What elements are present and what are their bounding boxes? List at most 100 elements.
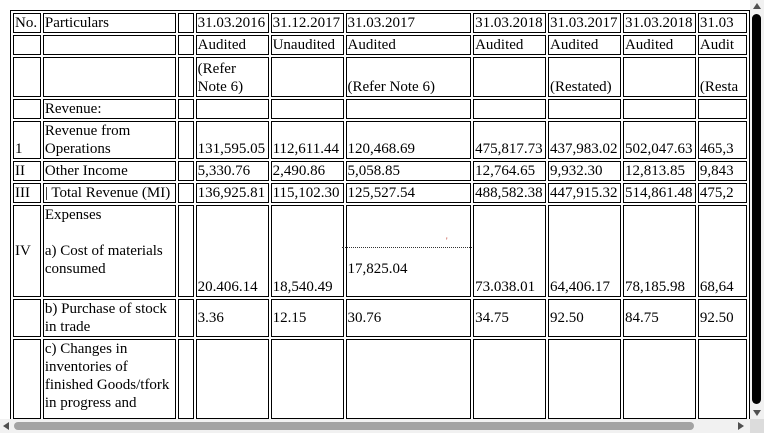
value-cell: 475,817.73 [473,121,547,159]
table-row: III | Total Revenue (MI) 136,925.81 115,… [13,183,747,203]
table-cell [13,57,41,97]
table-cell [178,121,194,159]
table-cell [42,57,177,97]
horizontal-scroll-thumb[interactable] [14,422,694,430]
value-cell: 30.76 [345,299,472,337]
value-cell: 17,825.04 [345,205,472,297]
value-cell: 68,64 [697,205,747,297]
table-cell [195,99,269,119]
table-cell [13,299,41,337]
expenses-sublabel: a) Cost of materials consumed [44,243,163,277]
value-cell: 18,540.49 [270,205,344,297]
table-cell [270,99,344,119]
header-date: 31.03.2017 [548,13,621,33]
table-row: Revenue: [13,99,747,119]
value-cell: 34.75 [473,299,547,337]
table-cell [13,35,41,55]
header-date: 31.03 [697,13,747,33]
header-status: Audit [697,35,747,55]
table-cell [473,99,547,119]
table-row: II Other Income 5,330.76 2,490.86 5,058.… [13,161,747,181]
table-cell [548,99,621,119]
table-cell [622,99,696,119]
financial-results-table: No. Particulars 31.03.2016 31.12.2017 31… [10,10,750,419]
table-cell [13,339,41,419]
value-cell: 64,406.17 [548,205,621,297]
header-date: 31.03.2018 [473,13,547,33]
value-cell: 12,764.65 [473,161,547,181]
header-date: 31.03.2016 [195,13,269,33]
table-cell [178,57,194,97]
row-label: Other Income [42,161,177,181]
value-cell: 78,185.98 [622,205,696,297]
value-cell: 131,595.05 [195,121,269,159]
tick-mark: ' [446,236,448,246]
table-cell [13,99,41,119]
row-number: IV [13,205,41,297]
value-cell: 84.75 [622,299,696,337]
value-cell: 9,843 [697,161,747,181]
table-cell [178,183,194,203]
value-cell: 120,468.69 [345,121,472,159]
value-cell: 437,983.02 [548,121,621,159]
header-date: 31.03.2018 [622,13,696,33]
scroll-down-arrow-icon[interactable] [753,410,761,416]
scroll-left-arrow-icon[interactable] [3,422,9,430]
header-status: Audited [622,35,696,55]
table-cell [195,339,269,419]
table-cell [345,99,472,119]
value-cell: 9,932.30 [548,161,621,181]
vertical-scrollbar[interactable] [750,0,764,419]
vertical-scroll-thumb[interactable] [752,14,761,404]
table-row: Audited Unaudited Audited Audited Audite… [13,35,747,55]
document-viewport: No. Particulars 31.03.2016 31.12.2017 31… [0,0,750,419]
table-cell [178,13,194,33]
row-number: III [13,183,41,203]
header-note [622,57,696,97]
table-cell [697,339,747,419]
table-cell [178,161,194,181]
table-cell [622,339,696,419]
value-cell: 125,527.54 [345,183,472,203]
value-cell: 12.15 [270,299,344,337]
header-status: Audited [195,35,269,55]
scroll-up-arrow-icon[interactable] [753,3,761,9]
table-cell [473,339,547,419]
header-note [270,57,344,97]
value-cell: 115,102.30 [270,183,344,203]
row-label: b) Purchase of stock in trade [42,299,177,337]
value-cell: 5,330.76 [195,161,269,181]
value-cell: 20.406.14 [195,205,269,297]
horizontal-scrollbar[interactable] [0,419,764,433]
table-row: 1 Revenue from Operations 131,595.05 112… [13,121,747,159]
dotted-rule [342,247,472,248]
table-cell [548,339,621,419]
scrollbar-corner [750,419,764,433]
row-label: c) Changes in inventories of finished Go… [42,339,177,419]
value-cell: 502,047.63 [622,121,696,159]
row-number: 1 [13,121,41,159]
header-note: (Restated) [548,57,621,97]
row-number-text: IV [15,243,31,259]
header-note [473,57,547,97]
value-cell: 465,3 [697,121,747,159]
table-cell [697,99,747,119]
scroll-right-arrow-icon[interactable] [738,422,744,430]
value-cell: 447,915.32 [548,183,621,203]
value-cell: 3.36 [195,299,269,337]
value-cell: 73.038.01 [473,205,547,297]
header-no: No. [13,13,41,33]
row-label: Revenue: [42,99,177,119]
table-cell [42,35,177,55]
header-note: (Refer Note 6) [345,57,472,97]
table-cell [178,99,194,119]
value-cell: 5,058.85 [345,161,472,181]
value-cell: 92.50 [548,299,621,337]
header-status: Audited [548,35,621,55]
table-cell [178,299,194,337]
table-cell [178,339,194,419]
table-cell [178,35,194,55]
table-row: (Refer Note 6) (Refer Note 6) (Restated)… [13,57,747,97]
header-status: Audited [345,35,472,55]
value-cell: 12,813.85 [622,161,696,181]
